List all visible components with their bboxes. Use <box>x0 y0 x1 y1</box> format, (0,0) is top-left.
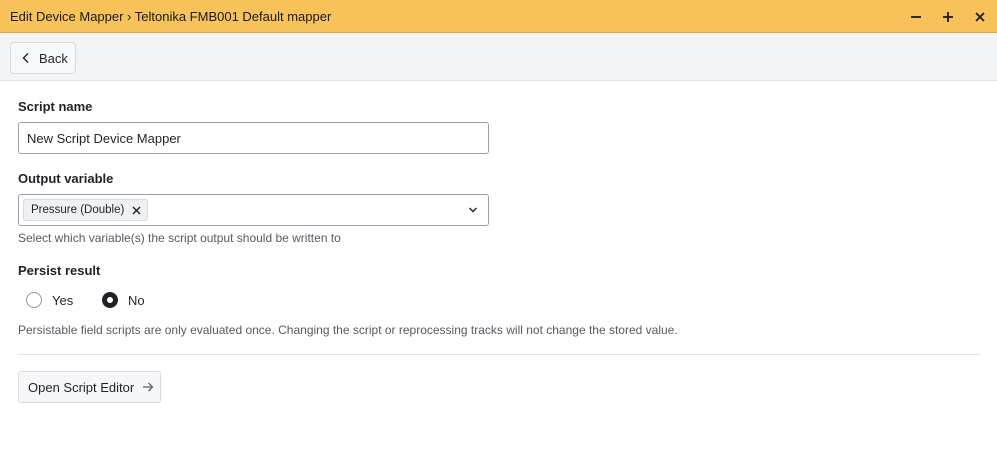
back-button-label: Back <box>39 50 68 66</box>
minimize-icon <box>911 16 921 18</box>
maximize-button[interactable] <box>937 6 959 28</box>
selected-variable-label: Pressure (Double) <box>31 204 125 216</box>
close-icon <box>975 12 985 22</box>
form-content: Script name Output variable Pressure (Do… <box>0 82 997 471</box>
title-bar: Edit Device Mapper › Teltonika FMB001 De… <box>0 0 997 33</box>
open-script-editor-button[interactable]: Open Script Editor <box>18 371 161 403</box>
persist-result-label: Persist result <box>18 263 101 278</box>
persist-yes-option[interactable]: Yes <box>26 292 73 308</box>
persist-no-radio[interactable] <box>102 292 118 308</box>
persist-no-label: No <box>128 292 145 308</box>
persist-result-help: Persistable field scripts are only evalu… <box>18 323 678 337</box>
plus-icon <box>943 12 953 22</box>
output-variable-label: Output variable <box>18 171 114 186</box>
minimize-button[interactable] <box>905 6 927 28</box>
persist-yes-label: Yes <box>52 292 74 308</box>
script-name-label: Script name <box>18 99 93 114</box>
output-variable-select[interactable]: Pressure (Double) <box>18 194 489 226</box>
toolbar: Back <box>0 33 997 81</box>
output-variable-help: Select which variable(s) the script outp… <box>18 231 341 245</box>
remove-chip-button[interactable] <box>132 206 141 215</box>
window-title: Edit Device Mapper › Teltonika FMB001 De… <box>10 9 332 24</box>
script-name-input[interactable] <box>18 122 489 154</box>
section-divider <box>18 354 980 355</box>
back-button[interactable]: Back <box>10 42 76 74</box>
chevron-down-icon <box>469 207 477 213</box>
arrow-right-icon <box>143 382 154 392</box>
persist-yes-radio[interactable] <box>26 292 42 308</box>
persist-no-option[interactable]: No <box>102 292 145 308</box>
selected-variable-chip: Pressure (Double) <box>23 199 149 221</box>
close-button[interactable] <box>969 6 991 28</box>
open-script-editor-label: Open Script Editor <box>28 379 135 395</box>
close-icon <box>132 206 141 214</box>
device-mapper-window: Edit Device Mapper › Teltonika FMB001 De… <box>0 0 997 471</box>
chevron-left-icon <box>22 53 29 63</box>
